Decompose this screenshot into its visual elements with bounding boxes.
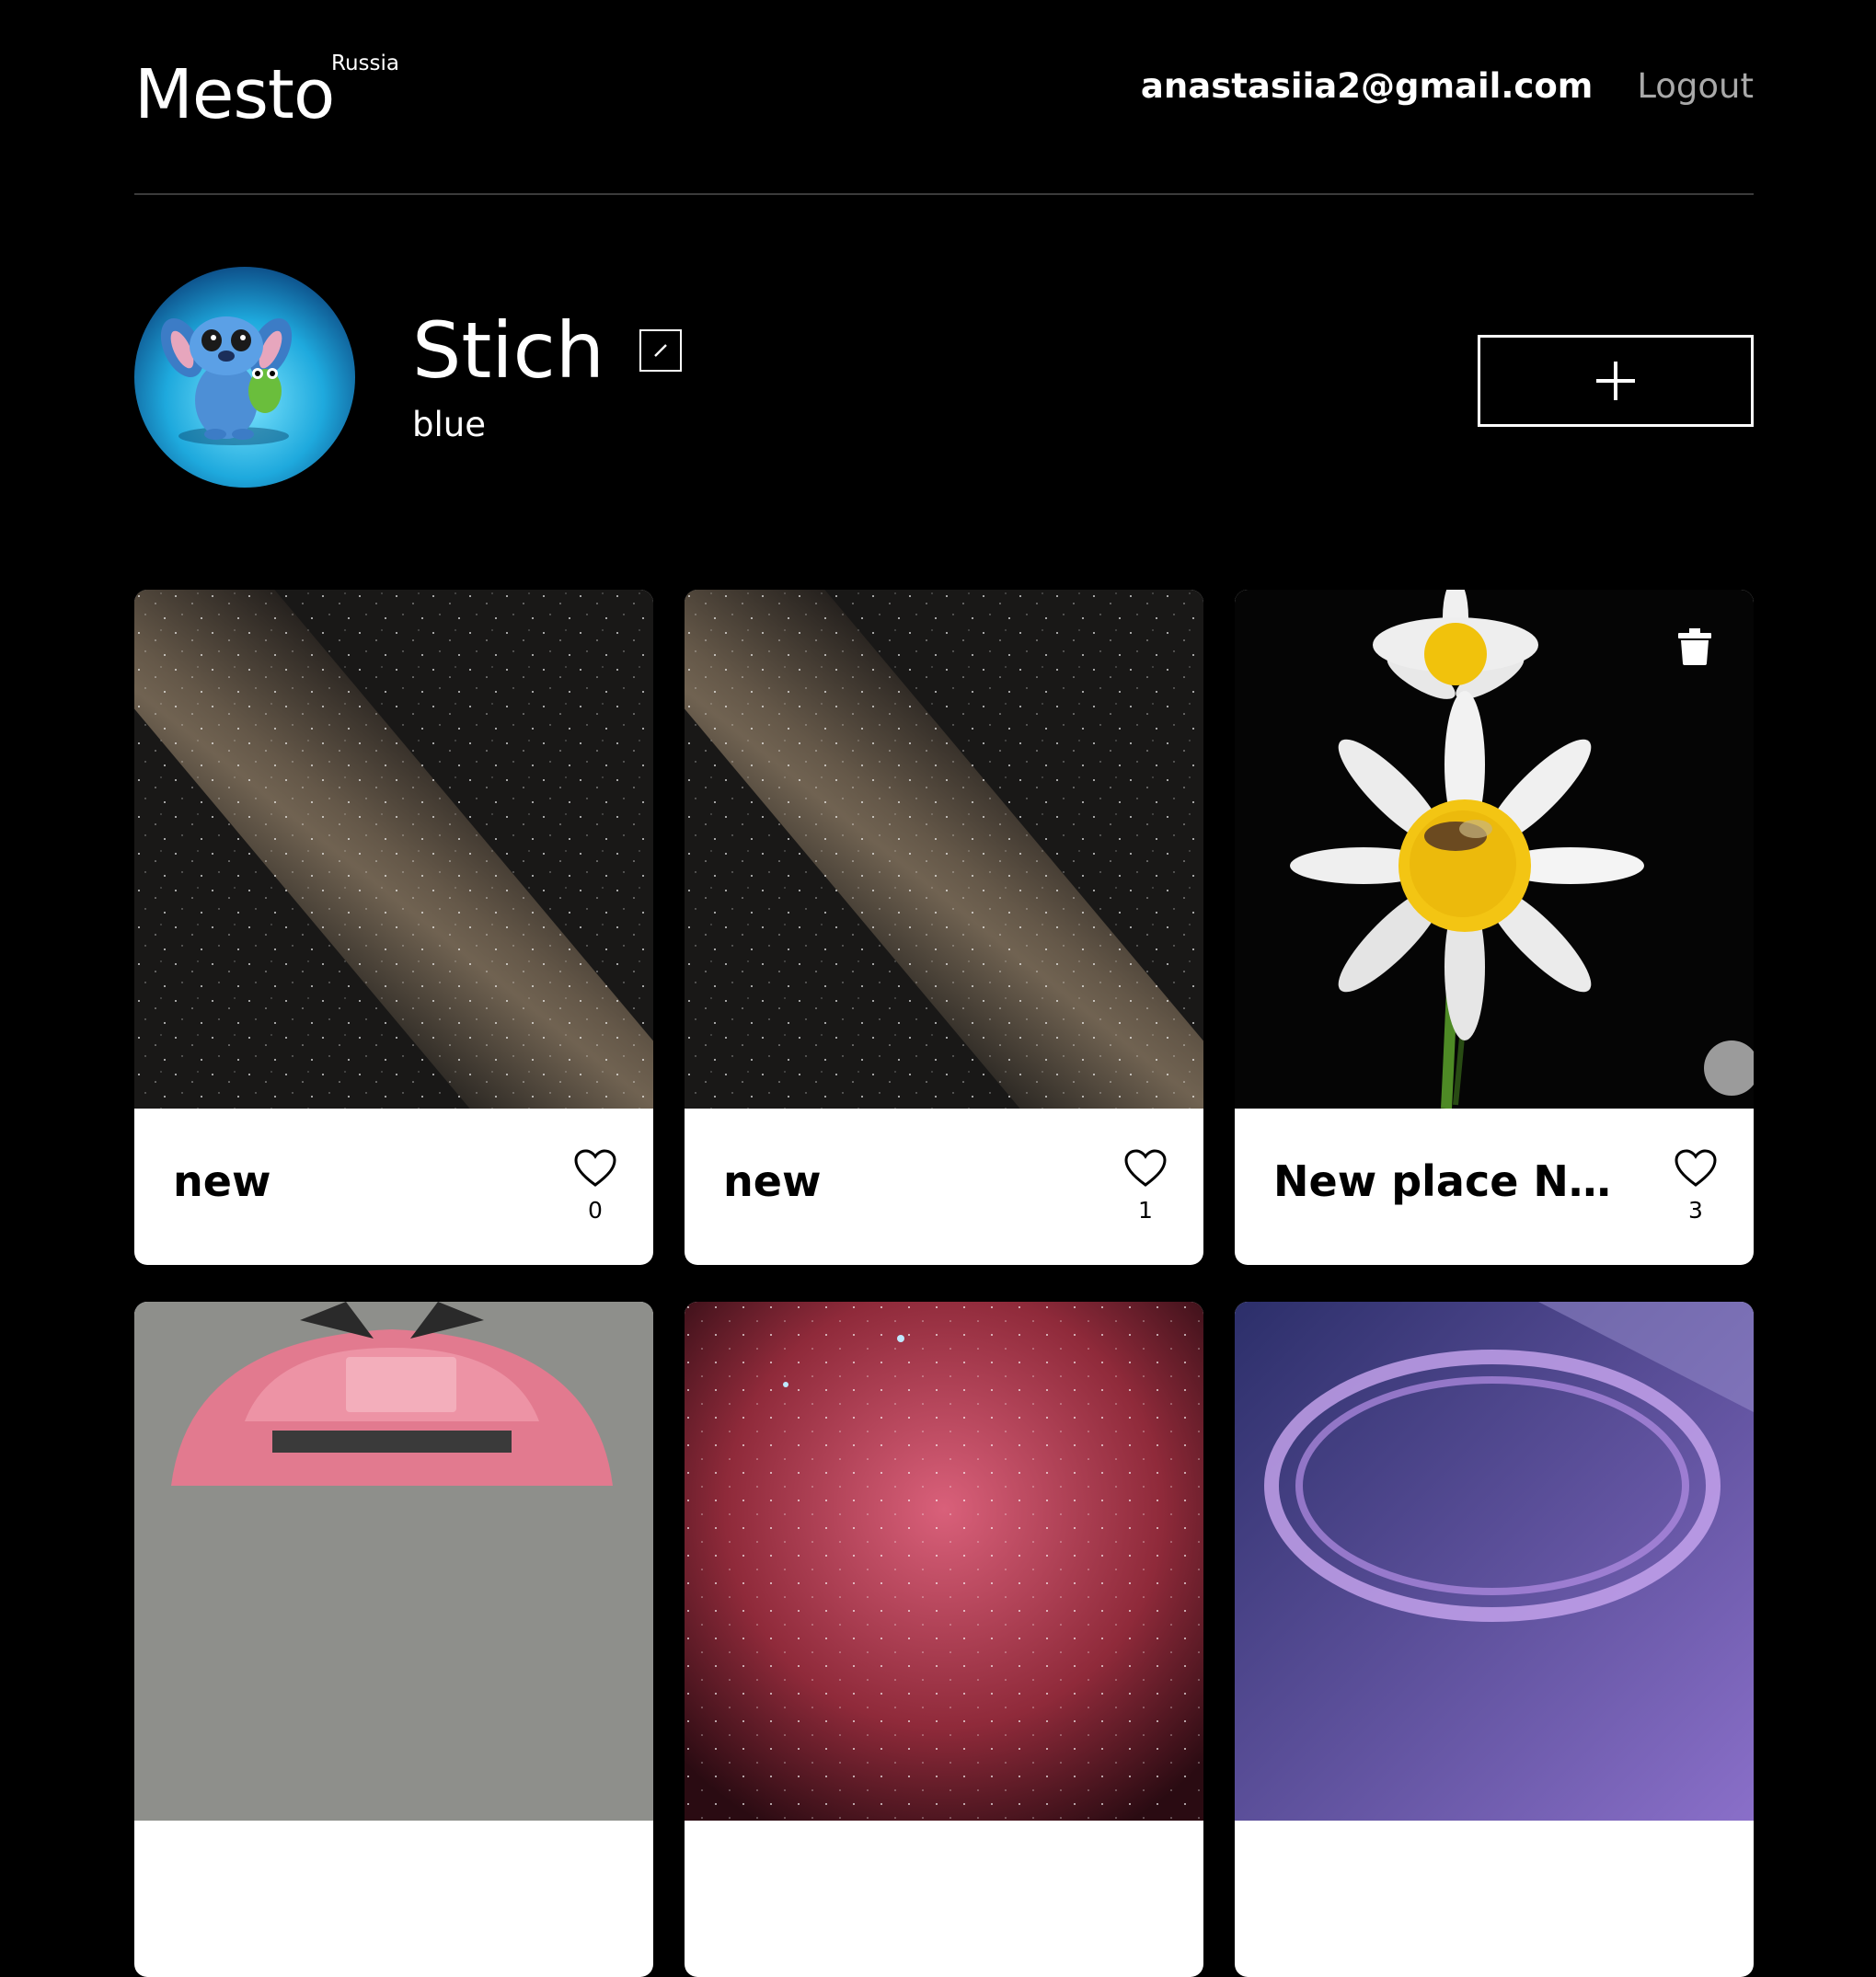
card-image[interactable] (1235, 1302, 1754, 1821)
logo-region: Russia (331, 52, 399, 75)
profile-name-row: Stich (412, 305, 683, 396)
heart-icon[interactable] (1675, 1149, 1717, 1188)
card-title: New place New ... (1273, 1156, 1632, 1206)
card-image[interactable] (1235, 590, 1754, 1109)
like-group: 0 (574, 1149, 616, 1224)
logout-link[interactable]: Logout (1637, 66, 1754, 106)
like-group: 3 (1675, 1149, 1717, 1224)
card-image[interactable] (685, 590, 1203, 1109)
card-footer: new 1 (685, 1109, 1203, 1265)
edit-profile-button[interactable] (639, 329, 683, 372)
like-group: 1 (1124, 1149, 1167, 1224)
card-footer: new 0 (134, 1109, 653, 1265)
like-count: 3 (1688, 1197, 1703, 1224)
card-image[interactable] (134, 590, 653, 1109)
profile-info: Stich blue (412, 305, 683, 444)
place-card: new 0 (134, 590, 653, 1265)
card-footer (685, 1821, 1203, 1977)
cards-grid: new 0 new 1 New place New 3 (134, 590, 1754, 1977)
site-header: Mesto Russia anastasiia2@gmail.com Logou… (134, 0, 1754, 195)
logo[interactable]: Mesto Russia (134, 52, 399, 136)
profile-about: blue (412, 405, 486, 444)
place-card: New place New ... 3 (1235, 590, 1754, 1265)
header-nav: anastasiia2@gmail.com Logout (1141, 66, 1754, 106)
card-footer (134, 1821, 653, 1977)
heart-icon[interactable] (1124, 1149, 1167, 1188)
heart-icon[interactable] (574, 1149, 616, 1188)
place-card: new 1 (685, 590, 1203, 1265)
like-count: 1 (1138, 1197, 1153, 1224)
card-footer (1235, 1821, 1754, 1977)
trash-icon[interactable] (1678, 628, 1711, 665)
profile-section: Stich blue (134, 267, 1754, 488)
add-place-button[interactable] (1478, 335, 1754, 427)
card-title: new (723, 1156, 822, 1206)
like-count: 0 (588, 1197, 603, 1224)
card-image[interactable] (134, 1302, 653, 1821)
edit-pencil-icon (654, 344, 667, 357)
avatar[interactable] (134, 267, 355, 488)
user-email: anastasiia2@gmail.com (1140, 66, 1594, 106)
card-footer: New place New ... 3 (1235, 1109, 1754, 1265)
logo-text: Mesto (134, 55, 335, 134)
place-card (134, 1302, 653, 1977)
card-image[interactable] (685, 1302, 1203, 1821)
profile-name: Stich (412, 305, 605, 396)
place-card (1235, 1302, 1754, 1977)
place-card (685, 1302, 1203, 1977)
plus-icon (1596, 362, 1635, 400)
card-title: new (173, 1156, 271, 1206)
